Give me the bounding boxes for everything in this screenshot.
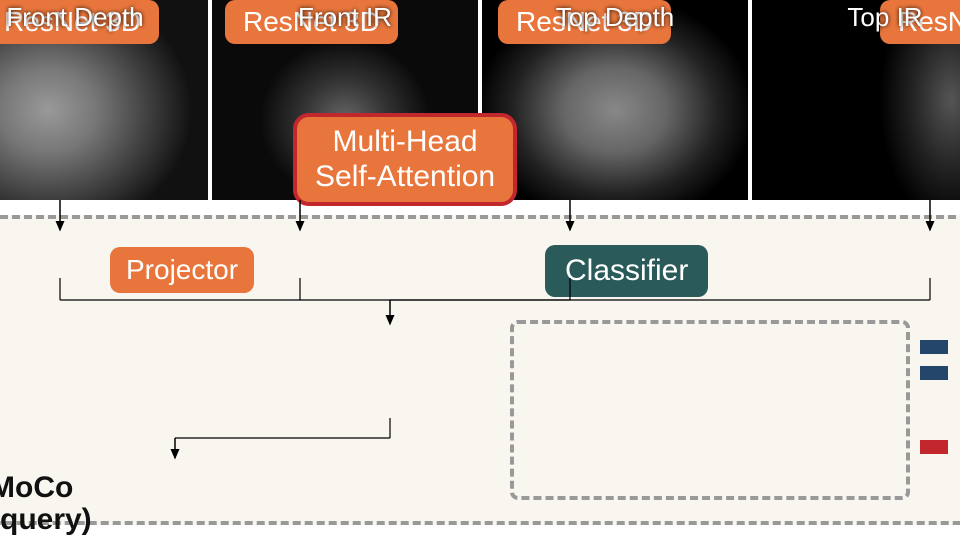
classifier-block: Classifier	[545, 245, 708, 297]
mhsa-line1: Multi-Head	[315, 125, 495, 160]
image-label: Top IR	[847, 2, 922, 33]
moco-label: MoCo (query)	[0, 472, 92, 535]
input-front-depth: Front Depth	[0, 0, 208, 200]
legend-swatch-red	[920, 440, 948, 454]
image-label: Top Depth	[556, 2, 675, 33]
classifier-container	[510, 320, 910, 500]
image-label: Front Depth	[6, 2, 143, 33]
moco-line1: MoCo	[0, 472, 92, 504]
legend-swatch-blue-1	[920, 340, 948, 354]
image-label: Front IR	[298, 2, 392, 33]
multi-head-self-attention-block: Multi-Head Self-Attention	[293, 113, 517, 206]
moco-line2: (query)	[0, 504, 92, 536]
legend-swatch-blue-2	[920, 366, 948, 380]
projector-block: Projector	[110, 247, 254, 293]
mhsa-line2: Self-Attention	[315, 160, 495, 195]
